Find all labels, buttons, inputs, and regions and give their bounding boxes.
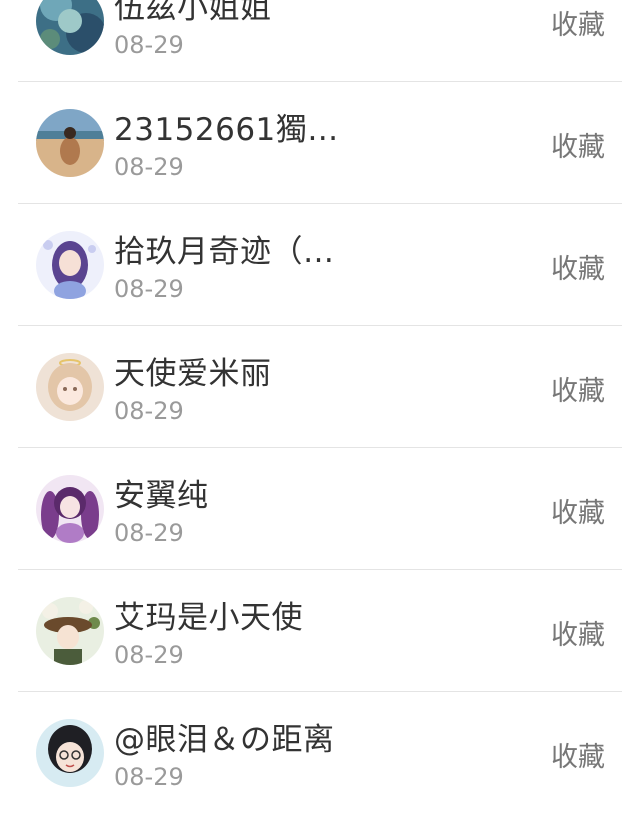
beach-person-avatar[interactable] <box>36 109 104 177</box>
list-item[interactable]: @眼泪＆の距离 08-29 收藏 <box>0 692 640 814</box>
date-label: 08-29 <box>114 763 184 791</box>
user-list: 伍兹小姐姐 08-29 收藏 23152661獨… 08-29 收藏 拾玖月奇迹… <box>0 0 640 814</box>
list-item[interactable]: 伍兹小姐姐 08-29 收藏 <box>0 0 640 82</box>
date-label: 08-29 <box>114 275 184 303</box>
collect-button[interactable]: 收藏 <box>551 3 605 42</box>
list-item[interactable]: 艾玛是小天使 08-29 收藏 <box>0 570 640 692</box>
user-name: 拾玖月奇迹（… <box>114 234 335 270</box>
user-name: 安翼纯 <box>114 478 209 514</box>
user-name: 天使爱米丽 <box>114 356 272 392</box>
collect-button[interactable]: 收藏 <box>551 369 605 408</box>
collect-button[interactable]: 收藏 <box>551 125 605 164</box>
purple-twintail-girl-avatar[interactable] <box>36 475 104 543</box>
blue-fairy-avatar[interactable] <box>36 0 104 55</box>
date-label: 08-29 <box>114 153 184 181</box>
user-name: 23152661獨… <box>114 112 339 148</box>
flower-hat-girl-avatar[interactable] <box>36 597 104 665</box>
date-label: 08-29 <box>114 641 184 669</box>
user-name: 伍兹小姐姐 <box>114 0 272 26</box>
date-label: 08-29 <box>114 31 184 59</box>
collect-button[interactable]: 收藏 <box>551 491 605 530</box>
date-label: 08-29 <box>114 519 184 547</box>
user-name: @眼泪＆の距离 <box>114 722 335 758</box>
list-item[interactable]: 安翼纯 08-29 收藏 <box>0 448 640 570</box>
angel-girl-avatar[interactable] <box>36 353 104 421</box>
date-label: 08-29 <box>114 397 184 425</box>
collect-button[interactable]: 收藏 <box>551 247 605 286</box>
collect-button[interactable]: 收藏 <box>551 735 605 774</box>
list-item[interactable]: 23152661獨… 08-29 收藏 <box>0 82 640 204</box>
list-item[interactable]: 拾玖月奇迹（… 08-29 收藏 <box>0 204 640 326</box>
glasses-girl-avatar[interactable] <box>36 719 104 787</box>
purple-hair-girl-avatar[interactable] <box>36 231 104 299</box>
user-name: 艾玛是小天使 <box>114 600 303 636</box>
collect-button[interactable]: 收藏 <box>551 613 605 652</box>
list-item[interactable]: 天使爱米丽 08-29 收藏 <box>0 326 640 448</box>
